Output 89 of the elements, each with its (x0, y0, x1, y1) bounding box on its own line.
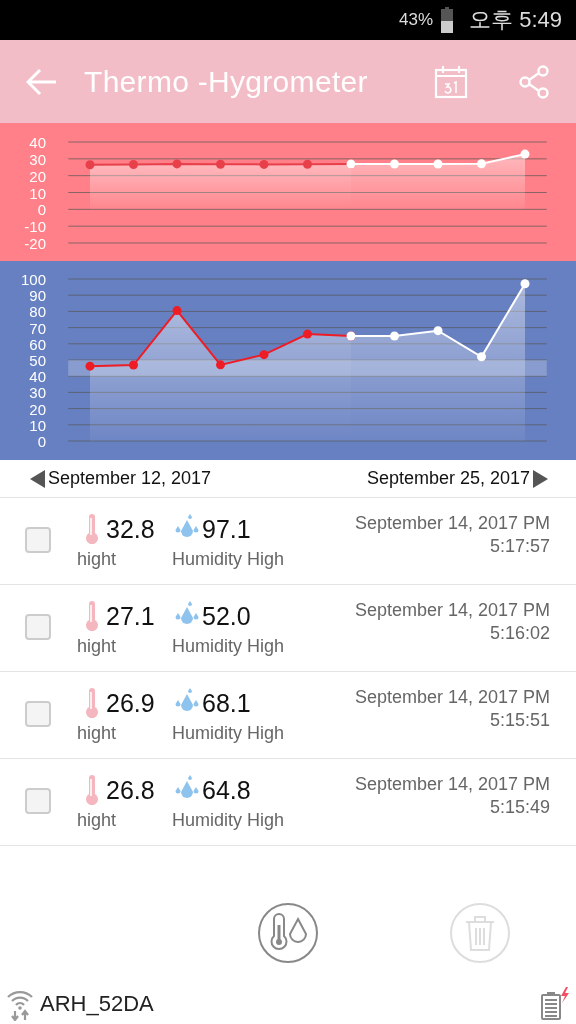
axis-tick-label: 20 (29, 167, 46, 185)
back-arrow-icon (26, 67, 58, 96)
point (259, 350, 269, 360)
reading-time: 5:15:49 (489, 797, 550, 818)
temperature-label: hight (77, 810, 118, 831)
share-button[interactable] (518, 64, 550, 99)
checkbox[interactable] (25, 701, 51, 727)
reading-date: September 14, 2017 PM (354, 774, 550, 795)
left-triangle-icon (30, 469, 45, 488)
share-icon (518, 64, 550, 99)
axis-tick-label: -20 (24, 235, 46, 252)
reading-date: September 14, 2017 PM (354, 513, 550, 534)
point (129, 160, 138, 170)
axis-tick-label: 30 (29, 384, 46, 402)
axis-tick-label: 90 (29, 287, 46, 305)
point (433, 159, 443, 169)
device-name: ARH_52DA (40, 991, 154, 1017)
battery-icon (441, 7, 454, 33)
axis-tick-label: 70 (29, 319, 46, 337)
next-date-button[interactable]: September 25, 2017 (366, 468, 548, 489)
axis-tick-label: 20 (29, 400, 46, 418)
axis-tick-label: 80 (29, 303, 46, 321)
point (172, 159, 182, 169)
point (303, 329, 312, 339)
humidity-value: 52.0 (202, 601, 251, 631)
point (216, 360, 225, 370)
humidity-label: Humidity High (172, 723, 285, 744)
humidity-value: 68.1 (202, 688, 251, 718)
point (433, 326, 443, 336)
axis-tick-label: 60 (29, 335, 46, 353)
point (477, 352, 486, 362)
point (520, 149, 530, 159)
right-triangle-icon (533, 469, 548, 488)
thermometer-drop-icon (268, 913, 308, 953)
point (85, 361, 95, 371)
point (303, 159, 312, 169)
reading-time: 5:17:57 (489, 536, 550, 557)
temperature-value: 26.9 (106, 688, 155, 718)
reading-date: September 14, 2017 PM (354, 600, 550, 621)
calendar-icon (434, 64, 468, 99)
thermometer-icon (85, 775, 99, 805)
point (172, 306, 182, 316)
axis-tick-label: 40 (29, 368, 46, 386)
temperature-label: hight (77, 636, 118, 657)
axis-tick-label: 10 (29, 184, 46, 202)
trash-icon (464, 914, 496, 952)
app-title: Thermo -Hygrometer (84, 64, 369, 99)
axis-tick-label: 100 (20, 271, 46, 288)
point (477, 159, 486, 169)
humidity-label: Humidity High (172, 810, 285, 831)
point (129, 360, 138, 370)
point (259, 159, 269, 169)
temperature-value: 32.8 (106, 514, 155, 544)
point (390, 159, 399, 169)
thermometer-icon (85, 514, 99, 544)
battery-charging-icon (540, 987, 570, 1021)
temperature-label: hight (77, 549, 118, 570)
checkbox[interactable] (25, 614, 51, 640)
humidity-label: Humidity High (172, 636, 285, 657)
back-button[interactable] (26, 67, 58, 96)
point (85, 160, 95, 170)
calendar-button[interactable] (434, 64, 468, 99)
point (520, 279, 530, 289)
checkbox[interactable] (25, 527, 51, 553)
temperature-value: 26.8 (106, 775, 155, 805)
reading-time: 5:16:02 (489, 623, 550, 644)
thermometer-icon (85, 688, 99, 718)
clock: 오후 5:49 (469, 6, 562, 34)
axis-tick-label: 10 (29, 416, 46, 434)
reading-time: 5:15:51 (489, 710, 550, 731)
thermometer-icon (85, 601, 99, 631)
humidity-value: 64.8 (202, 775, 251, 805)
previous-date-button[interactable]: September 12, 2017 (30, 468, 212, 489)
axis-tick-label: 30 (29, 150, 46, 168)
axis-tick-label: 40 (29, 134, 46, 151)
checkbox[interactable] (25, 788, 51, 814)
temperature-label: hight (77, 723, 118, 744)
point (216, 159, 225, 169)
humidity-label: Humidity High (172, 549, 285, 570)
point (390, 331, 399, 341)
reading-date: September 14, 2017 PM (354, 687, 550, 708)
axis-tick-label: -10 (24, 218, 46, 236)
axis-tick-label: 50 (29, 352, 46, 369)
axis-tick-label: 0 (37, 433, 46, 450)
humidity-value: 97.1 (202, 514, 251, 544)
axis-tick-label: 0 (37, 201, 46, 219)
battery-percent: 43% (399, 10, 434, 30)
temperature-value: 27.1 (106, 601, 155, 631)
thermo-humidity-button[interactable] (258, 903, 318, 963)
